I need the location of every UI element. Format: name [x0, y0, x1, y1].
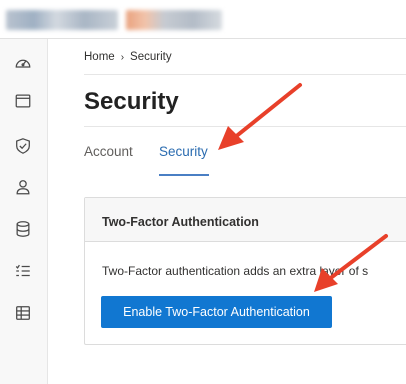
shield-check-icon[interactable]	[13, 136, 33, 156]
blurred-app-name	[126, 10, 222, 30]
breadcrumb: Home › Security	[84, 51, 172, 63]
breadcrumb-home[interactable]: Home	[84, 51, 115, 63]
page-title: Security	[84, 88, 179, 115]
sidebar	[0, 39, 48, 384]
top-bar	[0, 0, 406, 40]
two-factor-card: Two-Factor Authentication Two-Factor aut…	[84, 197, 406, 345]
checklist-icon[interactable]	[13, 261, 33, 281]
tab-security[interactable]: Security	[159, 144, 208, 159]
card-title: Two-Factor Authentication	[102, 215, 259, 229]
breadcrumb-chevron-icon: ›	[120, 51, 125, 63]
breadcrumb-current: Security	[130, 51, 172, 63]
tab-account[interactable]: Account	[84, 144, 133, 159]
dashboard-icon[interactable]	[13, 53, 33, 73]
title-divider	[84, 126, 406, 127]
database-icon[interactable]	[13, 219, 33, 239]
annotation-arrow-icon	[218, 83, 302, 150]
card-description: Two-Factor authentication adds an extra …	[102, 264, 369, 278]
blurred-logo	[6, 10, 118, 30]
active-tab-indicator	[159, 174, 209, 176]
top-bar-divider	[0, 38, 406, 39]
enable-two-factor-button[interactable]: Enable Two-Factor Authentication	[101, 296, 332, 328]
header-divider	[84, 74, 406, 75]
window-icon[interactable]	[13, 91, 33, 111]
server-icon[interactable]	[13, 303, 33, 323]
card-header: Two-Factor Authentication	[85, 198, 406, 242]
user-icon[interactable]	[13, 177, 33, 197]
